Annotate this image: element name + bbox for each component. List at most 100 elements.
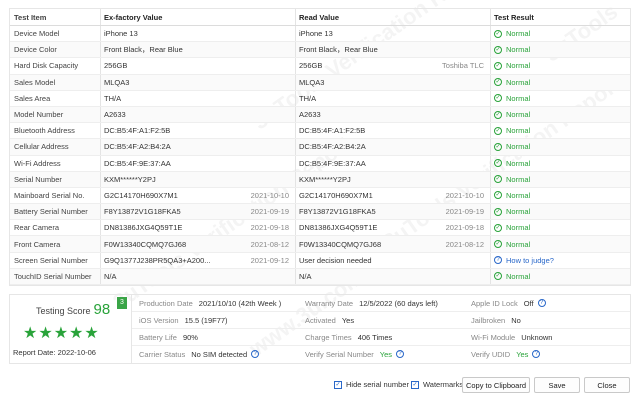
close-button[interactable]: Close (584, 377, 630, 393)
test-item-cell: Battery Serial Number (14, 207, 88, 217)
ex-factory-cell: DC:B5:4F:9E:37:AA (100, 155, 295, 171)
checkbox-checked-icon[interactable]: ✓ (411, 380, 419, 389)
check-circle-icon: ✓ (494, 191, 502, 200)
read-value-cell: KXM******Y2PJ (295, 171, 490, 187)
carrier-status: Carrier Status No SIM detected? (132, 346, 298, 363)
test-item-cell: Hard Disk Capacity (14, 61, 79, 71)
table-row: Rear Camera DN81386JXG4Q59T1E 2021-09-18 DN… (10, 220, 630, 237)
test-item-cell: Front Camera (14, 239, 61, 249)
ex-factory-date: 2021-09-12 (250, 255, 289, 265)
read-extra: 2021-09-18 (445, 223, 484, 233)
wifi-module: Wi-Fi Module Unknown (464, 329, 630, 346)
test-result-cell[interactable]: ? How to judge? (490, 252, 630, 268)
wifi-module-value: Unknown (521, 332, 553, 342)
table-row: Device Model iPhone 13 iPhone 13 ✓ Normal (10, 26, 630, 43)
read-value: Front Black，Rear Blue (299, 45, 378, 55)
production-date-value: 2021/10/10 (42th Week ) (198, 298, 282, 308)
summary-panel: Testing Score 98 3 ★★★★★ Report Date: 202… (9, 294, 631, 364)
read-value-cell: Front Black，Rear Blue (295, 42, 490, 58)
read-value-cell: User decision needed (295, 252, 490, 268)
ios-version-value: 15.5 (19F77) (184, 315, 228, 325)
test-result-cell: ✓ Normal (490, 123, 630, 139)
check-circle-icon: ✓ (494, 223, 502, 232)
ex-factory-value: G2C14170H690X7M1 (104, 190, 178, 200)
read-value: DC:B5:4F:A2:B4:2A (299, 142, 366, 152)
check-circle-icon: ✓ (494, 272, 502, 281)
read-value-cell: F0W13340CQMQ7GJ68 2021-08-12 (295, 236, 490, 252)
help-icon[interactable]: ? (532, 350, 541, 359)
test-item-cell: Mainboard Serial No. (14, 190, 85, 200)
ex-factory-value: G9Q1377J238PR5QA3+A200... (104, 255, 211, 265)
apple-id-lock-value: Off (523, 298, 534, 308)
table-header-row: Test Item Ex-factory Value Read Value Te… (10, 9, 630, 26)
test-result-cell: ✓ Normal (490, 220, 630, 236)
read-value-cell: A2633 (295, 106, 490, 123)
activated-key: Activated (305, 315, 336, 325)
help-icon[interactable]: ? (251, 350, 260, 359)
score-label: Testing Score (36, 306, 91, 316)
ios-version: iOS Version 15.5 (19F77) (132, 312, 298, 329)
test-result-cell: ✓ Normal (490, 139, 630, 155)
read-value: 256GB (299, 61, 323, 71)
check-circle-icon: ✓ (494, 61, 502, 70)
charge-times-key: Charge Times (305, 332, 352, 342)
test-result-label[interactable]: How to judge? (506, 256, 554, 265)
ex-factory-cell: TH/A (100, 90, 295, 106)
checkbox-checked-icon[interactable]: ✓ (334, 380, 342, 389)
read-value-cell: G2C14170H690X7M1 2021-10-10 (295, 187, 490, 204)
check-circle-icon: ✓ (494, 126, 502, 135)
save-button[interactable]: Save (534, 377, 580, 393)
production-date-key: Production Date (139, 298, 193, 308)
help-icon[interactable]: ? (537, 299, 546, 307)
ex-factory-cell: F0W13340CQMQ7GJ68 2021-08-12 (100, 236, 295, 252)
test-result-cell: ✓ Normal (490, 171, 630, 187)
copy-to-clipboard-button[interactable]: Copy to Clipboard (462, 377, 530, 393)
test-result-cell: ✓ Normal (490, 42, 630, 58)
test-result-label: Normal (506, 29, 531, 39)
ex-factory-cell: A2633 (100, 106, 295, 123)
table-row: Sales Area TH/A TH/A ✓ Normal (10, 90, 630, 107)
test-result-cell: ✓ Normal (490, 204, 630, 220)
carrier-status-value: No SIM detected (191, 349, 248, 359)
test-result-cell: ✓ Normal (490, 187, 630, 204)
ex-factory-cell: Front Black，Rear Blue (100, 42, 295, 58)
table-row: Cellular Address DC:B5:4F:A2:B4:2A DC:B5:4… (10, 139, 630, 156)
table-row: Serial Number KXM******Y2PJ KXM******Y2PJ ✓… (10, 171, 630, 188)
test-result-label: Normal (506, 93, 531, 103)
production-date: Production Date 2021/10/10 (42th Week ) (132, 295, 298, 312)
read-value-cell: iPhone 13 (295, 26, 490, 42)
ex-factory-value: DC:B5:4F:9E:37:AA (104, 158, 171, 168)
read-value: N/A (299, 271, 312, 281)
test-result-label: Normal (506, 223, 531, 233)
test-result-label: Normal (506, 61, 531, 71)
hide-serial-checkbox[interactable]: ✓ Hide serial number (334, 380, 409, 389)
test-result-label: Normal (506, 126, 531, 136)
test-item-cell: Serial Number (14, 174, 62, 184)
hide-serial-label: Hide serial number (346, 380, 409, 389)
test-result-cell: ✓ Normal (490, 155, 630, 171)
watermarks-checkbox[interactable]: ✓ Watermarks (411, 380, 463, 389)
warranty-date-value: 12/5/2022 (60 days left) (359, 298, 438, 308)
ex-factory-value: iPhone 13 (104, 29, 138, 39)
table-row: Device Color Front Black，Rear Blue Front B… (10, 42, 630, 59)
read-value: G2C14170H690X7M1 (299, 190, 373, 200)
test-item-cell: Wi-Fi Address (14, 158, 61, 168)
read-value-cell: DC:B5:4F:A2:B4:2A (295, 139, 490, 155)
table-row: Front Camera F0W13340CQMQ7GJ68 2021-08-12 F… (10, 236, 630, 253)
ex-factory-value: DC:B5:4F:A2:B4:2A (104, 142, 171, 152)
check-circle-icon: ✓ (494, 240, 502, 249)
table-row: Sales Model MLQA3 MLQA3 ✓ Normal (10, 74, 630, 91)
read-value: DC:B5:4F:9E:37:AA (299, 158, 366, 168)
test-result-cell: ✓ Normal (490, 90, 630, 106)
info-col-2: Warranty Date 12/5/2022 (60 days left) Ac… (298, 295, 464, 363)
ex-factory-cell: MLQA3 (100, 74, 295, 90)
ex-factory-cell: DN81386JXG4Q59T1E 2021-09-18 (100, 220, 295, 236)
test-result-label: Normal (506, 77, 531, 87)
help-icon[interactable]: ? (396, 350, 405, 359)
ex-factory-cell: iPhone 13 (100, 26, 295, 42)
ex-factory-cell: G9Q1377J238PR5QA3+A200... 2021-09-12 (100, 252, 295, 268)
read-value-cell: 256GB Toshiba TLC (295, 58, 490, 74)
report-date: Report Date: 2022-10-06 (13, 348, 96, 357)
read-extra: 2021-10-10 (445, 190, 484, 200)
table-row: Mainboard Serial No. G2C14170H690X7M1 2021… (10, 187, 630, 205)
